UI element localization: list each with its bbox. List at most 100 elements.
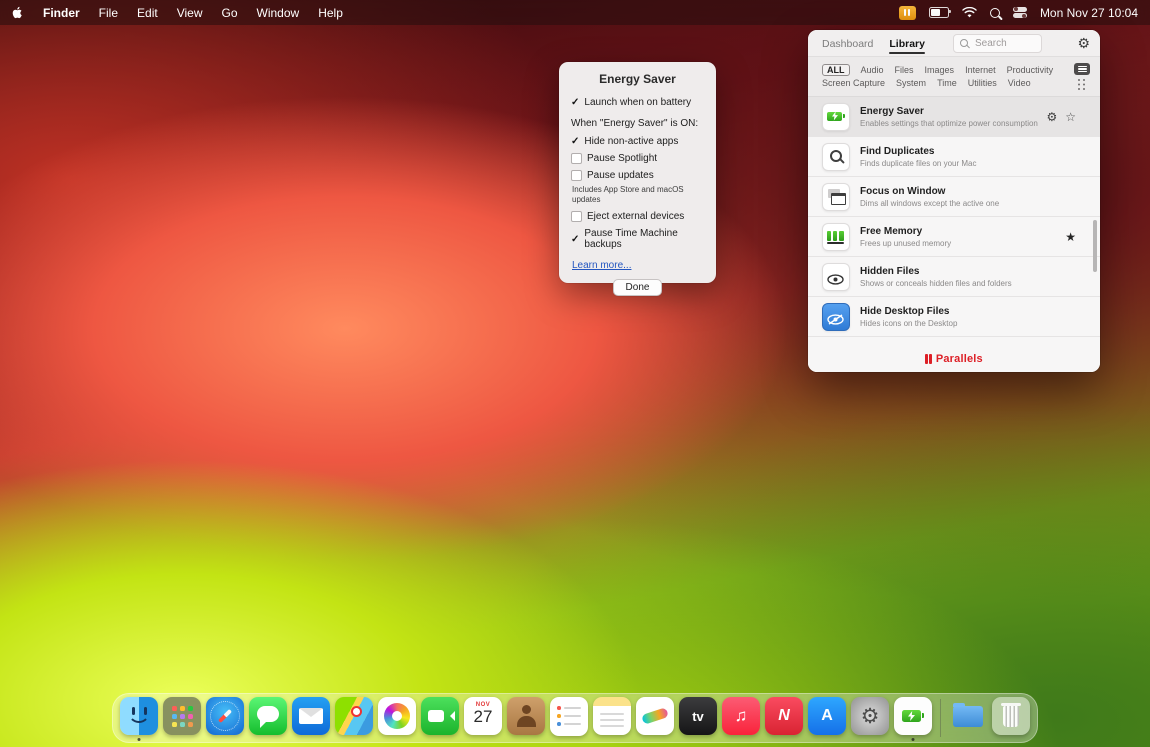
list-view-toggle[interactable] (1074, 63, 1090, 75)
dock-notes[interactable] (593, 697, 631, 739)
filter-time[interactable]: Time (937, 78, 957, 88)
search-input[interactable] (973, 37, 1035, 50)
tool-name: Hide Desktop Files (860, 306, 957, 317)
filter-productivity[interactable]: Productivity (1007, 65, 1054, 75)
mail-icon (292, 697, 330, 735)
dock-finder[interactable] (120, 697, 158, 739)
filter-files[interactable]: Files (895, 65, 914, 75)
yellow-widget-icon[interactable] (899, 6, 916, 20)
dock-news[interactable]: N (765, 697, 803, 739)
dock-trash[interactable] (992, 697, 1030, 739)
dock-launchpad[interactable] (163, 697, 201, 739)
option-pause-time-machine[interactable]: Pause Time Machine backups (571, 228, 704, 250)
checkbox-pause-spotlight[interactable] (571, 153, 582, 164)
hidden-files-icon (822, 263, 850, 291)
facetime-icon (421, 697, 459, 735)
option-pause-updates[interactable]: Pause updates (571, 170, 704, 181)
menu-bar-left: Finder File Edit View Go Window Help (12, 5, 343, 20)
checkbox-hide-non-active-apps[interactable] (571, 137, 579, 146)
tool-description: Frees up unused memory (860, 239, 951, 248)
scrollbar[interactable] (1093, 220, 1097, 272)
done-button[interactable]: Done (613, 279, 663, 296)
filter-audio[interactable]: Audio (861, 65, 884, 75)
spotlight-icon[interactable] (990, 8, 1000, 18)
menu-window[interactable]: Window (257, 6, 300, 20)
apple-logo-icon[interactable] (12, 5, 24, 20)
option-label: Hide non-active apps (584, 136, 678, 147)
tool-description: Dims all windows except the active one (860, 199, 999, 208)
dock-maps[interactable] (335, 697, 373, 739)
dock-photos[interactable] (378, 697, 416, 739)
dock-parallels-toolbox[interactable] (894, 697, 932, 739)
tool-row-hide-desktop-files[interactable]: Hide Desktop Files Hides icons on the De… (808, 297, 1100, 337)
dock-facetime[interactable] (421, 697, 459, 739)
wifi-icon[interactable] (962, 7, 977, 18)
dock-mail[interactable] (292, 697, 330, 739)
grid-view-toggle[interactable] (1077, 79, 1087, 91)
menu-file[interactable]: File (99, 6, 118, 20)
dock-reminders[interactable] (550, 697, 588, 739)
filter-video[interactable]: Video (1008, 78, 1031, 88)
filter-screen-capture[interactable]: Screen Capture (822, 78, 885, 88)
control-center-icon[interactable] (1013, 7, 1027, 19)
section-label: When "Energy Saver" is ON: (571, 118, 704, 129)
tool-row-energy-saver[interactable]: Energy Saver Enables settings that optim… (808, 97, 1100, 137)
dock-messages[interactable] (249, 697, 287, 739)
menu-finder[interactable]: Finder (43, 6, 80, 20)
dock-separator (940, 699, 941, 737)
dock-downloads[interactable] (949, 697, 987, 739)
option-launch-when-on-battery[interactable]: Launch when on battery (571, 97, 704, 108)
dock-safari[interactable] (206, 697, 244, 739)
menu-help[interactable]: Help (318, 6, 343, 20)
dock-app-store[interactable]: A (808, 697, 846, 739)
option-eject-external-devices[interactable]: Eject external devices (571, 211, 704, 222)
checkbox-eject-external-devices[interactable] (571, 211, 582, 222)
filter-all[interactable]: ALL (822, 64, 850, 76)
tab-library[interactable]: Library (889, 33, 925, 53)
menu-edit[interactable]: Edit (137, 6, 158, 20)
trash-icon (992, 697, 1030, 735)
parallels-logo-icon (925, 354, 932, 364)
menu-go[interactable]: Go (222, 6, 238, 20)
option-pause-spotlight[interactable]: Pause Spotlight (571, 153, 704, 164)
notes-icon (593, 697, 631, 735)
dock-calendar[interactable]: NOV 27 (464, 697, 502, 739)
favorite-star-icon[interactable]: ☆ (1065, 111, 1076, 123)
settings-gear-icon[interactable]: ⚙ (1077, 36, 1090, 50)
dialog-title: Energy Saver (571, 72, 704, 86)
checkbox-pause-time-machine[interactable] (571, 235, 579, 244)
search-box[interactable] (953, 34, 1042, 53)
tool-row-focus-on-window[interactable]: Focus on Window Dims all windows except … (808, 177, 1100, 217)
option-label: Pause Time Machine backups (584, 228, 704, 250)
checkbox-launch-on-battery[interactable] (571, 98, 579, 107)
system-settings-gear-icon: ⚙ (851, 697, 889, 735)
dock-system-settings[interactable]: ⚙ (851, 697, 889, 739)
battery-icon[interactable] (929, 7, 949, 18)
dock-tv[interactable]: tv (679, 697, 717, 739)
learn-more-link[interactable]: Learn more... (572, 260, 631, 271)
menu-clock[interactable]: Mon Nov 27 10:04 (1040, 6, 1138, 20)
filter-utilities[interactable]: Utilities (968, 78, 997, 88)
filter-bar: ALL Audio Files Images Internet Producti… (808, 56, 1100, 97)
favorite-star-icon[interactable]: ★ (1065, 231, 1076, 243)
finder-icon (120, 697, 158, 735)
option-hide-non-active-apps[interactable]: Hide non-active apps (571, 136, 704, 147)
app-store-icon: A (808, 697, 846, 735)
tool-row-find-duplicates[interactable]: Find Duplicates Finds duplicate files on… (808, 137, 1100, 177)
tab-dashboard[interactable]: Dashboard (822, 33, 873, 53)
tool-row-hidden-files[interactable]: Hidden Files Shows or conceals hidden fi… (808, 257, 1100, 297)
tool-settings-gear-icon[interactable]: ⚙ (1046, 111, 1057, 123)
menu-view[interactable]: View (177, 6, 203, 20)
tool-row-free-memory[interactable]: Free Memory Frees up unused memory ★ (808, 217, 1100, 257)
tool-description: Hides icons on the Desktop (860, 319, 957, 328)
dock-contacts[interactable] (507, 697, 545, 739)
filter-images[interactable]: Images (925, 65, 955, 75)
checkbox-pause-updates[interactable] (571, 170, 582, 181)
filter-internet[interactable]: Internet (965, 65, 996, 75)
filter-system[interactable]: System (896, 78, 926, 88)
menu-bar-status: Mon Nov 27 10:04 (899, 6, 1138, 20)
dock-freeform[interactable] (636, 697, 674, 739)
dock-music[interactable]: ♫ (722, 697, 760, 739)
freeform-icon (636, 697, 674, 735)
tool-description: Enables settings that optimize power con… (860, 119, 1036, 128)
